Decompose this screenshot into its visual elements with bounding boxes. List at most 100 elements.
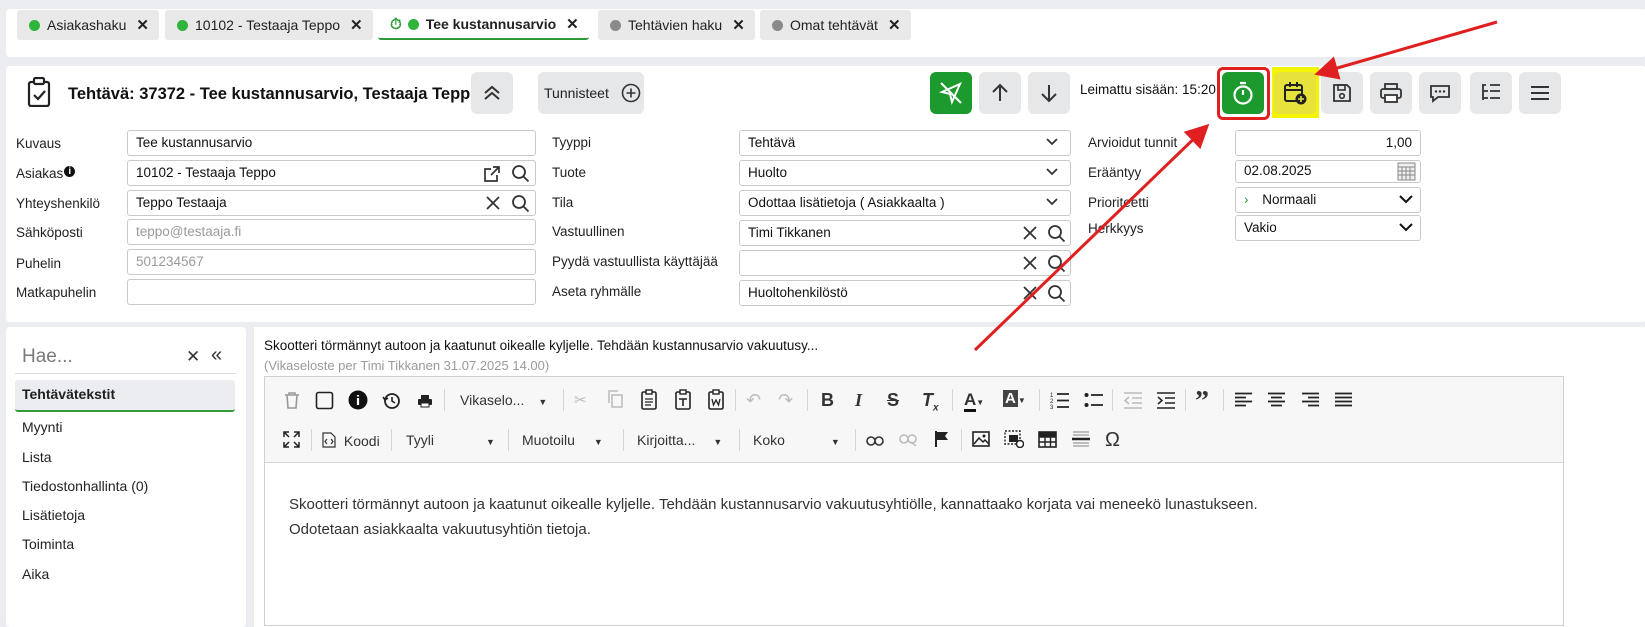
tab-customer[interactable]: 10102 - Testaaja Teppo ✕ <box>165 10 373 40</box>
menu-button[interactable] <box>1519 72 1561 114</box>
clear-icon[interactable] <box>484 194 502 212</box>
tab-task[interactable]: ⏱ Tee kustannusarvio ✕ <box>378 10 589 40</box>
undo-icon[interactable]: ↶ <box>746 390 761 411</box>
style-select[interactable]: Tyyli ▼ <box>406 432 495 448</box>
close-icon[interactable]: ✕ <box>888 16 901 34</box>
search-icon[interactable] <box>511 164 531 184</box>
sidebar-item-lisatietoja[interactable]: Lisätietoja <box>22 507 85 523</box>
search-icon[interactable] <box>511 194 531 214</box>
clear-icon[interactable] <box>1021 254 1039 272</box>
yhteyshenkilo-input[interactable]: Teppo Testaaja <box>127 190 536 216</box>
collapse-button[interactable] <box>471 72 513 114</box>
align-center-icon[interactable] <box>1268 392 1285 411</box>
unlink-icon[interactable] <box>899 433 917 450</box>
gps-off-button[interactable] <box>930 72 972 114</box>
close-icon[interactable]: ✕ <box>350 16 363 34</box>
sidebar-search-input[interactable]: Hae... <box>22 346 73 368</box>
sidebar-item-myynti[interactable]: Myynti <box>22 419 62 435</box>
link-icon[interactable] <box>866 433 884 450</box>
calendar-add-button[interactable] <box>1274 72 1316 114</box>
tab-asiakashaku[interactable]: Asiakashaku ✕ <box>17 10 159 40</box>
tila-select[interactable]: Odottaa lisätietoja ( Asiakkaalta ) <box>739 190 1071 216</box>
asiakas-input[interactable]: 10102 - Testaaja Teppo <box>127 160 536 186</box>
tags-button[interactable]: Tunnisteet <box>538 72 644 114</box>
tyyppi-select[interactable]: Tehtävä <box>739 130 1071 156</box>
tree-button[interactable] <box>1470 72 1512 114</box>
matkapuhelin-input[interactable] <box>127 279 536 305</box>
search-icon[interactable] <box>1047 224 1067 244</box>
sidebar-item-toiminta[interactable]: Toiminta <box>22 536 74 552</box>
collapse-panel-icon[interactable]: « <box>211 344 222 367</box>
close-icon[interactable]: ✕ <box>732 16 745 34</box>
size-select[interactable]: Koko ▼ <box>753 432 840 448</box>
paste-text-icon[interactable] <box>674 389 692 414</box>
eraantyy-input[interactable]: 02.08.2025 <box>1235 160 1421 183</box>
close-icon[interactable]: ✕ <box>136 16 149 34</box>
cut-icon[interactable]: ✂ <box>574 391 587 409</box>
outdent-icon[interactable] <box>1123 391 1143 414</box>
align-right-icon[interactable] <box>1302 392 1319 411</box>
text-color-icon[interactable]: A▼ <box>964 390 984 412</box>
external-link-icon[interactable] <box>482 164 502 184</box>
pyyda-input[interactable] <box>739 250 1071 276</box>
move-up-button[interactable] <box>979 72 1021 114</box>
sidebar-item-aika[interactable]: Aika <box>22 566 49 582</box>
clear-icon[interactable] <box>1021 224 1039 242</box>
calendar-icon[interactable] <box>1397 162 1416 181</box>
special-character-icon[interactable]: Ω <box>1105 429 1120 452</box>
info-icon[interactable] <box>348 390 368 414</box>
tuote-select[interactable]: Huolto <box>739 160 1071 186</box>
close-icon[interactable]: ✕ <box>566 15 579 33</box>
history-icon[interactable] <box>382 391 401 414</box>
sidebar-item-lista[interactable]: Lista <box>22 449 52 465</box>
sahkoposti-input[interactable]: teppo@testaaja.fi <box>127 219 536 245</box>
print-icon[interactable] <box>417 394 433 412</box>
numbered-list-icon[interactable]: 123 <box>1050 391 1070 414</box>
template-select[interactable]: Vikaselo... ▼ <box>460 392 547 408</box>
arvioidut-input[interactable]: 1,00 <box>1235 130 1421 156</box>
search-icon[interactable] <box>1047 254 1067 274</box>
image-icon[interactable] <box>972 431 990 451</box>
source-code-button[interactable]: Koodi <box>322 432 380 449</box>
copy-icon[interactable] <box>606 389 624 413</box>
tab-tehtavien-haku[interactable]: Tehtävien haku ✕ <box>598 10 755 40</box>
format-select[interactable]: Muotoilu ▼ <box>522 432 603 448</box>
redo-icon[interactable]: ↷ <box>778 390 793 411</box>
remove-format-icon[interactable]: Tx <box>922 390 939 414</box>
ryhma-input[interactable]: Huoltohenkilöstö <box>739 280 1071 306</box>
align-left-icon[interactable] <box>1235 392 1252 411</box>
search-icon[interactable] <box>1047 284 1067 304</box>
prioriteetti-select[interactable]: › Normaali <box>1235 187 1421 213</box>
clear-search-icon[interactable]: ✕ <box>186 347 200 367</box>
print-button[interactable] <box>1370 72 1412 114</box>
herkkyys-select[interactable]: Vakio <box>1235 215 1421 241</box>
trash-icon[interactable] <box>283 390 301 414</box>
sidebar-item-tiedostonhallinta[interactable]: Tiedostonhallinta (0) <box>22 478 148 494</box>
maximize-icon[interactable] <box>283 431 300 452</box>
strikethrough-icon[interactable]: S <box>887 390 899 411</box>
comment-button[interactable] <box>1419 72 1461 114</box>
kuvaus-input[interactable]: Tee kustannusarvio <box>127 130 536 156</box>
italic-icon[interactable]: I <box>855 390 862 411</box>
editor-content[interactable]: Skootteri törmännyt autoon ja kaatunut o… <box>289 492 1258 542</box>
puhelin-input[interactable]: 501234567 <box>127 249 536 275</box>
bold-icon[interactable]: B <box>821 390 834 411</box>
justify-icon[interactable] <box>1335 392 1352 411</box>
horizontal-rule-icon[interactable] <box>1072 430 1090 452</box>
image-gallery-icon[interactable] <box>1004 430 1025 452</box>
anchor-flag-icon[interactable] <box>934 430 950 452</box>
paste-word-icon[interactable] <box>707 389 725 414</box>
clear-icon[interactable] <box>1021 284 1039 302</box>
select-all-icon[interactable] <box>315 391 334 414</box>
vastuullinen-input[interactable]: Timi Tikkanen <box>739 220 1071 246</box>
move-down-button[interactable] <box>1028 72 1070 114</box>
sidebar-item-tehtavatekstit[interactable]: Tehtävätekstit <box>15 380 235 412</box>
save-button[interactable] <box>1321 72 1363 114</box>
background-color-icon[interactable]: A ▼ <box>1003 390 1026 407</box>
table-icon[interactable] <box>1038 431 1057 452</box>
stopwatch-button[interactable] <box>1222 72 1264 114</box>
tab-omat-tehtavat[interactable]: Omat tehtävät ✕ <box>760 10 911 40</box>
blockquote-icon[interactable]: ” <box>1195 386 1209 418</box>
indent-icon[interactable] <box>1156 391 1176 414</box>
info-icon[interactable]: i <box>64 166 76 177</box>
